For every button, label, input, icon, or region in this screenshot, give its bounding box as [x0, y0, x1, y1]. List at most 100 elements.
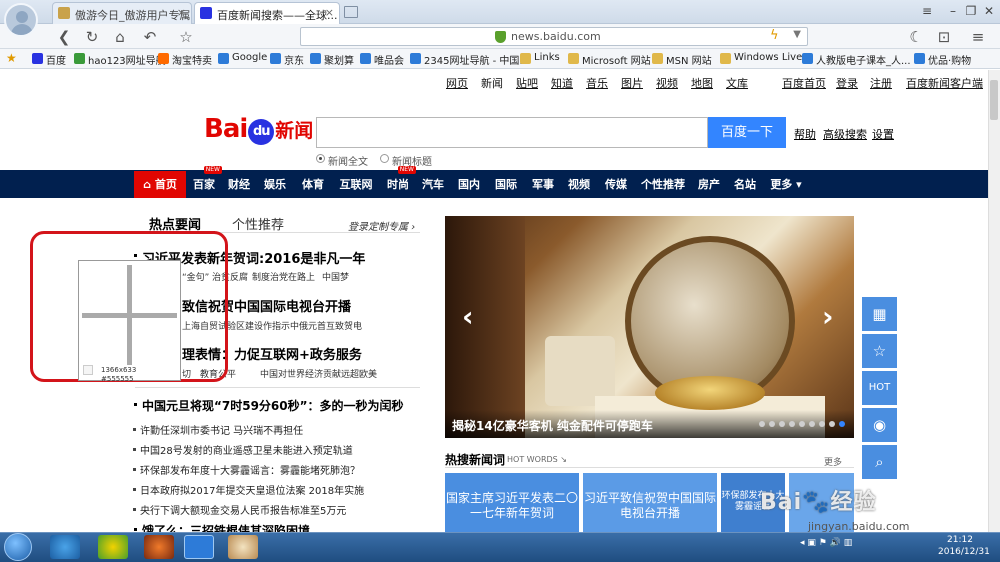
browser-tab-maxthon[interactable]: 傲游今日_傲游用户专属... ×: [52, 2, 192, 24]
bookmark-item[interactable]: 百度: [32, 52, 66, 67]
vertical-scrollbar[interactable]: [988, 70, 1000, 532]
login-customize-link[interactable]: 登录定制专属 ›: [348, 218, 415, 233]
ie-icon[interactable]: [50, 535, 80, 559]
bookmark-item[interactable]: 京东: [270, 52, 304, 67]
help-link[interactable]: 帮助: [794, 126, 816, 142]
bookmark-item[interactable]: 人教版电子课本_人...: [802, 52, 911, 67]
baidu-news-logo[interactable]: Bai du 新闻: [204, 114, 313, 145]
browser-tab-baidu-news[interactable]: 百度新闻搜索——全球... ×: [194, 2, 340, 24]
undo-icon[interactable]: ↶: [140, 27, 160, 47]
refresh-icon[interactable]: ↻: [82, 27, 102, 47]
settings-link[interactable]: 设置: [872, 126, 894, 142]
top-link-map[interactable]: 地图: [691, 75, 713, 91]
top-link-images[interactable]: 图片: [621, 75, 643, 91]
bookmark-item[interactable]: 优品·购物: [914, 52, 971, 67]
qrcode-icon[interactable]: ▦: [862, 297, 897, 331]
bookmark-item[interactable]: 2345网址导航 - 中国...: [410, 52, 529, 67]
news-item[interactable]: 环保部发布年度十大雾霾谣言：雾霾能堵死肺泡？: [133, 462, 360, 477]
back-icon[interactable]: ❮: [54, 27, 74, 47]
top-link-wenku[interactable]: 文库: [726, 75, 748, 91]
home-icon[interactable]: ⌂: [110, 27, 130, 47]
channel-realestate[interactable]: 房产: [694, 171, 724, 198]
search-icon[interactable]: ⌕: [862, 445, 897, 479]
slide-dot[interactable]: [809, 421, 815, 427]
slide-dot[interactable]: [769, 421, 775, 427]
night-mode-icon[interactable]: ☾: [906, 27, 926, 47]
slide-next-icon[interactable]: ›: [822, 300, 834, 333]
channel-personal[interactable]: 个性推荐: [638, 171, 688, 198]
bookmark-item[interactable]: Links: [520, 52, 560, 64]
hot-word-box[interactable]: 习近平致信祝贺中国国际电视台开播: [583, 473, 717, 535]
lightning-icon[interactable]: ϟ: [770, 28, 779, 43]
channel-international[interactable]: 国际: [490, 171, 522, 198]
app-icon[interactable]: [98, 535, 128, 559]
radio-fulltext[interactable]: 新闻全文: [316, 153, 368, 168]
channel-domestic[interactable]: 国内: [454, 171, 484, 198]
channel-internet[interactable]: 互联网: [334, 171, 378, 198]
slide-caption[interactable]: 揭秘14亿豪华客机 纯金配件可停跑车: [452, 417, 653, 434]
headline-4[interactable]: 中国元旦将现“7时59分60秒”：多的一秒为闰秒: [134, 397, 404, 414]
top-link-zhidao[interactable]: 知道: [551, 75, 573, 91]
start-button[interactable]: [4, 533, 32, 561]
maxthon-icon[interactable]: [184, 535, 214, 559]
search-input[interactable]: [316, 117, 708, 148]
channel-sports[interactable]: 体育: [296, 171, 330, 198]
channel-famous-sites[interactable]: 名站: [730, 171, 760, 198]
search-button[interactable]: 百度一下: [708, 117, 786, 148]
news-client-link[interactable]: 百度新闻客户端: [906, 75, 983, 91]
hot-button[interactable]: HOT: [862, 371, 897, 405]
slide-dot[interactable]: [759, 421, 765, 427]
channel-media[interactable]: 传媒: [600, 171, 632, 198]
slide-dot[interactable]: [819, 421, 825, 427]
channel-baijia[interactable]: 百家 NEW: [188, 166, 222, 198]
user-avatar[interactable]: [4, 3, 38, 37]
register-link[interactable]: 注册: [870, 75, 892, 91]
address-bar[interactable]: news.baidu.com ▼: [300, 27, 808, 46]
hot-word-box[interactable]: 国家主席习近平发表二〇一七年新年贺词: [445, 473, 579, 535]
eye-icon[interactable]: ◉: [862, 408, 897, 442]
bookmark-item[interactable]: Windows Live: [720, 52, 802, 64]
close-icon[interactable]: ×: [177, 6, 186, 19]
slideshow-image[interactable]: [445, 216, 854, 438]
new-tab-icon[interactable]: [344, 6, 358, 18]
headline-1-sub-3[interactable]: 制度治党在路上: [252, 270, 315, 283]
game-icon[interactable]: [144, 535, 174, 559]
close-icon[interactable]: ×: [325, 6, 334, 19]
top-link-web[interactable]: 网页: [446, 75, 468, 91]
close-window-icon[interactable]: ✕: [980, 3, 998, 19]
slide-dot[interactable]: [789, 421, 795, 427]
channel-military[interactable]: 军事: [528, 171, 558, 198]
bookmark-item[interactable]: hao123网址导航: [74, 52, 166, 67]
login-link[interactable]: 登录: [836, 75, 858, 91]
system-tray[interactable]: ◂ ▣ ⚑ 🔊 ▥: [800, 538, 852, 548]
taskbar-clock[interactable]: 21:12 2016/12/31: [938, 534, 990, 558]
bookmark-item[interactable]: Microsoft 网站: [568, 52, 651, 67]
slide-dot[interactable]: [779, 421, 785, 427]
advanced-search-link[interactable]: 高级搜索: [823, 126, 867, 142]
news-item[interactable]: 日本政府拟2017年提交天皇退位法案 2018年实施: [132, 482, 364, 497]
star-icon[interactable]: ☆: [862, 334, 897, 368]
top-link-baidu-home[interactable]: 百度首页: [782, 75, 826, 91]
channel-entertainment[interactable]: 娱乐: [258, 171, 292, 198]
minimize-icon[interactable]: –: [944, 3, 962, 19]
bookmark-item[interactable]: 唯品会: [360, 52, 404, 67]
headline-1-sub-4[interactable]: 中国梦: [322, 270, 349, 283]
channel-fashion[interactable]: 时尚 NEW: [382, 166, 416, 198]
top-link-tieba[interactable]: 贴吧: [516, 75, 538, 91]
news-item[interactable]: 央行下调大额现金交易人民币报告标准至5万元: [132, 502, 346, 517]
slide-dot-active[interactable]: [839, 421, 845, 427]
paint-icon[interactable]: [228, 535, 258, 559]
more-menu-icon[interactable]: ≡: [968, 27, 988, 47]
slide-dot[interactable]: [799, 421, 805, 427]
bookmark-item[interactable]: 淘宝特卖: [158, 52, 212, 67]
chevron-down-icon[interactable]: ▼: [793, 29, 801, 40]
news-item[interactable]: 许勤任深圳市委书记 马兴瑞不再担任: [132, 422, 303, 437]
bookmark-item[interactable]: MSN 网站: [652, 52, 712, 67]
channel-home[interactable]: ⌂ 首页: [134, 171, 186, 198]
screenshot-icon[interactable]: ⊡: [934, 27, 954, 47]
restore-icon[interactable]: ❐: [962, 3, 980, 19]
top-link-news[interactable]: 新闻: [481, 75, 503, 91]
channel-video[interactable]: 视频: [564, 171, 594, 198]
slide-dot[interactable]: [829, 421, 835, 427]
scrollbar-thumb[interactable]: [990, 80, 998, 120]
